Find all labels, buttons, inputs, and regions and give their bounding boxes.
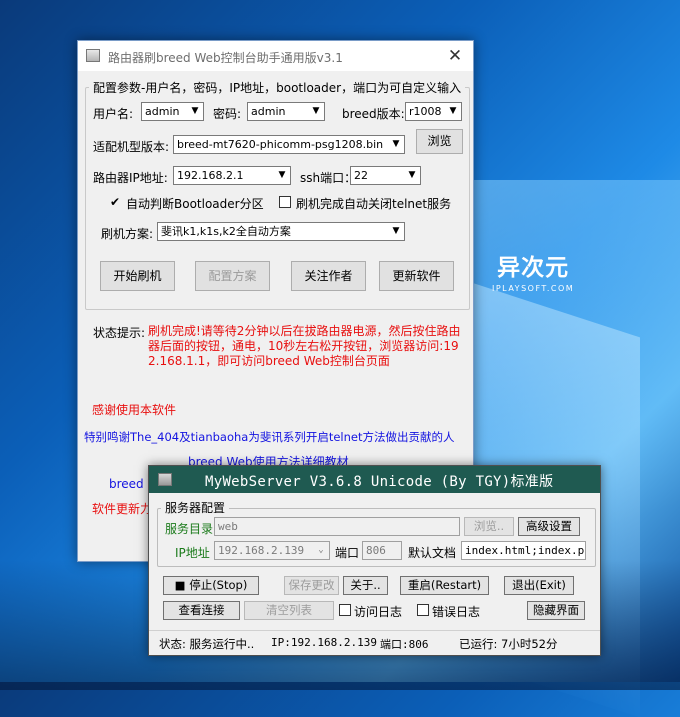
chevron-down-icon[interactable]: ▼ xyxy=(404,167,420,184)
software-update-partial[interactable]: 软件更新力 xyxy=(92,500,152,517)
stop-button[interactable]: ■ 停止(Stop) xyxy=(163,576,259,595)
service-dir-label: 服务目录 xyxy=(165,522,214,536)
service-dir-input[interactable]: web xyxy=(214,517,460,536)
error-log-checkbox[interactable] xyxy=(417,604,429,616)
chevron-down-icon[interactable]: ▼ xyxy=(308,103,324,120)
default-doc-input[interactable]: index.html;index.php xyxy=(461,541,586,560)
access-log-checkbox[interactable] xyxy=(339,604,351,616)
error-log-label: 错误日志 xyxy=(432,605,481,619)
model-combo[interactable]: breed-mt7620-phicomm-psg1208.bin ▼ xyxy=(173,135,405,154)
username-value: admin xyxy=(145,105,180,118)
chevron-down-icon[interactable]: ▼ xyxy=(388,223,404,240)
breed-version-label: breed版本: xyxy=(342,107,405,121)
username-label: 用户名: xyxy=(93,107,134,121)
server-ip-label: IP地址 xyxy=(175,546,210,560)
status-state: 状态: 服务运行中.. xyxy=(159,637,255,651)
view-connections-button[interactable]: 查看连接 xyxy=(163,601,240,620)
desktop-watermark: 异次元 IPLAYSOFT.COM xyxy=(492,248,574,293)
title-bar[interactable]: 路由器刷breed Web控制台助手通用版v3.1 ✕ xyxy=(78,41,473,71)
window-title: 路由器刷breed Web控制台助手通用版v3.1 xyxy=(108,51,343,65)
scheme-label: 刷机方案: xyxy=(101,227,154,241)
server-ip-combo[interactable]: 192.168.2.139 ⌄ xyxy=(214,541,330,560)
model-value: breed-mt7620-phicomm-psg1208.bin xyxy=(177,138,384,151)
mywebserver-window: MyWebServer V3.6.8 Unicode (By TGY)标准版 服… xyxy=(148,465,601,656)
breed-version-value: r1008 xyxy=(409,105,442,118)
thanks-text: 感谢使用本软件 xyxy=(92,403,177,417)
exit-button[interactable]: 退出(Exit) xyxy=(504,576,574,595)
status-uptime: 已运行: 7小时52分 xyxy=(459,637,558,651)
status-message: 刷机完成!请等待2分钟以后在拔路由器电源，然后按住路由器后面的按钮，通电，10秒… xyxy=(148,324,461,368)
chevron-down-icon[interactable]: ▼ xyxy=(274,167,290,184)
breed-version-combo[interactable]: r1008 ▼ xyxy=(405,102,462,121)
password-value: admin xyxy=(251,105,286,118)
router-ip-combo[interactable]: 192.168.2.1 ▼ xyxy=(173,166,291,185)
status-label: 状态提示: xyxy=(93,326,146,340)
save-changes-button[interactable]: 保存更改 xyxy=(284,576,339,595)
auto-detect-checkbox[interactable]: ✔ xyxy=(109,196,121,208)
follow-author-button[interactable]: 关注作者 xyxy=(291,261,366,291)
brand-en-text: IPLAYSOFT.COM xyxy=(492,284,575,293)
ssh-port-value: 22 xyxy=(354,169,368,182)
about-button[interactable]: 关于.. xyxy=(343,576,388,595)
server-ip-value: 192.168.2.139 xyxy=(218,544,305,557)
advanced-settings-button[interactable]: 高级设置 xyxy=(518,517,580,536)
model-label: 适配机型版本: xyxy=(93,140,170,154)
app-icon xyxy=(86,49,100,62)
chevron-down-icon[interactable]: ⌄ xyxy=(313,542,329,559)
access-log-label: 访问日志 xyxy=(354,605,403,619)
status-port: 端口:806 xyxy=(380,638,429,651)
scheme-value: 斐讯k1,k1s,k2全自动方案 xyxy=(161,225,291,238)
restart-button[interactable]: 重启(Restart) xyxy=(400,576,489,595)
start-flash-button[interactable]: 开始刷机 xyxy=(100,261,175,291)
server-port-input[interactable]: 806 xyxy=(362,541,402,560)
browse-button[interactable]: 浏览 xyxy=(416,129,463,154)
dir-browse-button[interactable]: 浏览.. xyxy=(464,517,514,536)
password-label: 密码: xyxy=(213,107,242,121)
chevron-down-icon[interactable]: ▼ xyxy=(388,136,404,153)
config-scheme-button[interactable]: 配置方案 xyxy=(195,261,270,291)
update-software-button[interactable]: 更新软件 xyxy=(379,261,454,291)
title-bar[interactable]: MyWebServer V3.6.8 Unicode (By TGY)标准版 xyxy=(149,466,600,493)
chevron-down-icon[interactable]: ▼ xyxy=(187,103,203,120)
close-icon[interactable]: ✕ xyxy=(443,44,467,68)
config-legend: 配置参数-用户名，密码，IP地址，bootloader，端口为可自定义输入 xyxy=(89,79,466,96)
window-title: MyWebServer V3.6.8 Unicode (By TGY)标准版 xyxy=(205,474,554,490)
router-ip-value: 192.168.2.1 xyxy=(177,169,244,182)
close-telnet-label: 刷机完成自动关闭telnet服务 xyxy=(296,197,452,211)
default-doc-label: 默认文档 xyxy=(408,546,457,560)
clear-list-button[interactable]: 清空列表 xyxy=(244,601,334,620)
ssh-port-combo[interactable]: 22 ▼ xyxy=(350,166,421,185)
ssh-port-label: ssh端口： xyxy=(300,171,357,185)
special-thanks-text: 特别鸣谢The_404及tianbaoha为斐讯系列开启telnet方法做出贡献… xyxy=(84,430,455,444)
status-ip: IP:192.168.2.139 xyxy=(271,636,377,649)
scheme-combo[interactable]: 斐讯k1,k1s,k2全自动方案 ▼ xyxy=(157,222,405,241)
username-combo[interactable]: admin ▼ xyxy=(141,102,204,121)
server-app-icon xyxy=(158,473,172,486)
hide-window-button[interactable]: 隐藏界面 xyxy=(527,601,585,620)
status-bar: 状态: 服务运行中.. IP:192.168.2.139 端口:806 已运行:… xyxy=(149,630,600,655)
close-telnet-checkbox[interactable] xyxy=(279,196,291,208)
server-config-legend: 服务器配置 xyxy=(161,499,230,516)
server-port-label: 端口 xyxy=(335,546,360,560)
brand-cn-text: 异次元 xyxy=(497,255,570,281)
router-ip-label: 路由器IP地址: xyxy=(93,171,168,185)
auto-detect-label: 自动判断Bootloader分区 xyxy=(126,197,264,211)
chevron-down-icon[interactable]: ▼ xyxy=(445,103,461,120)
password-combo[interactable]: admin ▼ xyxy=(247,102,325,121)
